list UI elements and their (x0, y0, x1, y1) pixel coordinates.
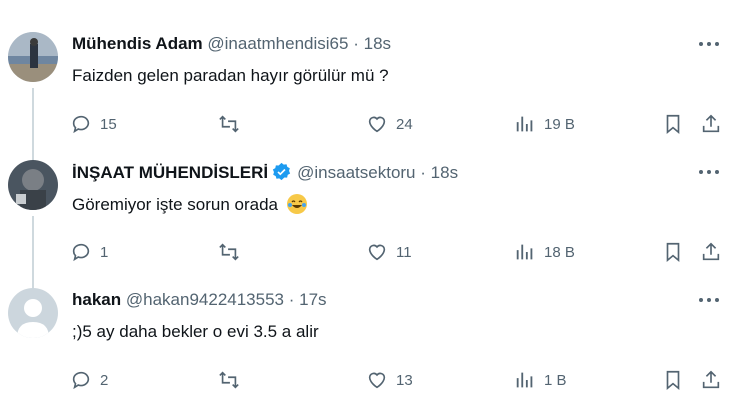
views-count: 19 B (544, 115, 575, 133)
share-button[interactable] (700, 368, 722, 392)
action-bar: 15 24 19 B (70, 112, 730, 136)
bookmark-button[interactable] (662, 112, 684, 136)
views-button[interactable]: 19 B (514, 112, 575, 136)
tweet-text-row: Göremiyor işte sorun orada (72, 194, 307, 215)
user-handle[interactable]: @insaatsektoru (297, 163, 415, 182)
like-icon (368, 116, 386, 133)
tweet-text: ;)5 ay daha bekler o evi 3.5 a alir (72, 322, 319, 341)
retweet-button[interactable] (218, 112, 248, 136)
views-icon (516, 372, 533, 388)
reply-count: 15 (100, 115, 117, 133)
retweet-icon (219, 371, 239, 389)
reply-count: 2 (100, 371, 109, 389)
tweet-2[interactable]: İNŞAAT MÜHENDİSLERİ @insaatsektoru · 18s … (0, 160, 730, 302)
like-count: 11 (396, 243, 412, 261)
share-button[interactable] (700, 112, 722, 136)
views-count: 1 B (544, 371, 567, 389)
user-handle[interactable]: @hakan9422413553 (126, 290, 284, 309)
action-bar: 1 11 18 B (70, 240, 730, 264)
tweet-1[interactable]: Mühendis Adam @inaatmhendisi65 · 18s Fai… (0, 32, 730, 174)
separator-dot: · (288, 290, 295, 309)
retweet-button[interactable] (218, 368, 248, 392)
like-button[interactable]: 13 (366, 368, 413, 392)
retweet-button[interactable] (218, 240, 248, 264)
like-button[interactable]: 24 (366, 112, 413, 136)
reply-count: 1 (100, 243, 109, 261)
avatar-default[interactable] (8, 288, 58, 338)
share-button[interactable] (700, 240, 722, 264)
display-name[interactable]: hakan (72, 290, 121, 309)
action-bar: 2 13 1 B (70, 368, 730, 392)
reply-icon (72, 243, 90, 262)
share-icon (702, 242, 720, 261)
face-with-tears-of-joy-emoji (286, 194, 307, 214)
like-icon (368, 372, 386, 389)
bookmark-icon (666, 114, 680, 135)
avatar[interactable] (8, 160, 58, 210)
timestamp[interactable]: 18s (364, 34, 391, 53)
separator-dot: · (420, 163, 426, 182)
share-icon (702, 370, 720, 389)
reply-button[interactable]: 1 (70, 240, 108, 264)
share-icon (702, 114, 720, 133)
more-icon[interactable] (698, 166, 720, 178)
timestamp[interactable]: 17s (299, 290, 326, 309)
views-button[interactable]: 18 B (514, 240, 575, 264)
tweet-header: hakan @hakan9422413553 · 17s (72, 290, 327, 310)
like-icon (368, 244, 386, 261)
more-icon[interactable] (698, 294, 720, 306)
views-count: 18 B (544, 243, 575, 261)
more-icon[interactable] (698, 38, 720, 50)
tweet-text: Faizden gelen paradan hayır görülür mü ? (72, 66, 389, 85)
tweet-header: İNŞAAT MÜHENDİSLERİ @insaatsektoru · 18s (72, 162, 458, 183)
bookmark-icon (666, 242, 680, 263)
user-handle[interactable]: @inaatmhendisi65 (207, 34, 348, 53)
views-icon (516, 244, 533, 260)
bookmark-icon (666, 370, 680, 391)
tweet-3[interactable]: hakan @hakan9422413553 · 17s ;)5 ay daha… (0, 288, 730, 398)
reply-icon (72, 371, 90, 390)
like-count: 13 (396, 371, 413, 389)
display-name[interactable]: Mühendis Adam (72, 34, 203, 53)
tweet-text: Göremiyor işte sorun orada (72, 195, 278, 214)
timestamp[interactable]: 18s (431, 163, 458, 182)
like-count: 24 (396, 115, 413, 133)
views-button[interactable]: 1 B (514, 368, 567, 392)
views-icon (516, 116, 533, 132)
retweet-icon (219, 115, 239, 133)
bookmark-button[interactable] (662, 368, 684, 392)
like-button[interactable]: 11 (366, 240, 412, 264)
reply-button[interactable]: 15 (70, 112, 117, 136)
display-name[interactable]: İNŞAAT MÜHENDİSLERİ (72, 163, 268, 182)
separator-dot: · (353, 34, 359, 53)
avatar[interactable] (8, 32, 58, 82)
tweet-header: Mühendis Adam @inaatmhendisi65 · 18s (72, 34, 391, 54)
retweet-icon (219, 243, 239, 261)
reply-icon (72, 115, 90, 134)
reply-button[interactable]: 2 (70, 368, 108, 392)
bookmark-button[interactable] (662, 240, 684, 264)
verified-badge-icon (273, 162, 291, 181)
